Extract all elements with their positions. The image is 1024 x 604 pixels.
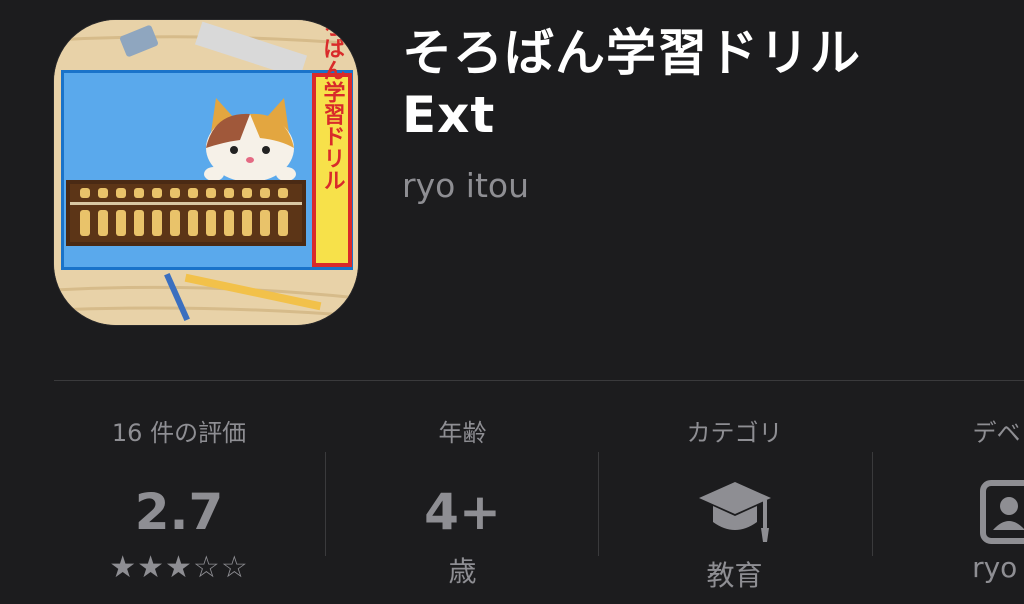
app-title: そろばん学習ドリル Ext [402,22,1002,146]
graduation-cap-icon [697,476,773,546]
age-label: 年齢 [438,419,487,447]
developer-label: デベロ [972,419,1024,447]
category-value: 教育 [706,559,763,592]
app-title-line-1: そろばん学習ドリル [402,24,861,82]
divider [54,380,1024,381]
column-separator [872,452,873,556]
age-info[interactable]: 年齢 4+ 歳 [340,414,585,604]
column-separator [598,452,599,556]
person-icon [979,480,1024,544]
category-label: カテゴリ [686,419,783,447]
developer-value: ryo it [972,551,1024,584]
developer-link[interactable]: ryo itou [402,166,529,205]
age-rating-value: 4+ [424,483,501,541]
rating-value: 2.7 [134,483,224,541]
developer-info[interactable]: デベロ ryo it [886,414,1024,604]
rating-stars: ★★★☆☆ [109,550,249,585]
ratings-info[interactable]: 16 件の評価 2.7 ★★★☆☆ [54,414,304,604]
app-title-line-2: Ext [402,86,496,144]
app-icon: そろばん学習ドリル [54,20,358,325]
icon-banner-text: そろばん学習ドリル [320,20,346,191]
age-unit: 歳 [448,555,477,588]
ratings-count-label: 16 件の評価 [111,419,247,447]
category-info[interactable]: カテゴリ 教育 [612,414,857,604]
column-separator [325,452,326,556]
